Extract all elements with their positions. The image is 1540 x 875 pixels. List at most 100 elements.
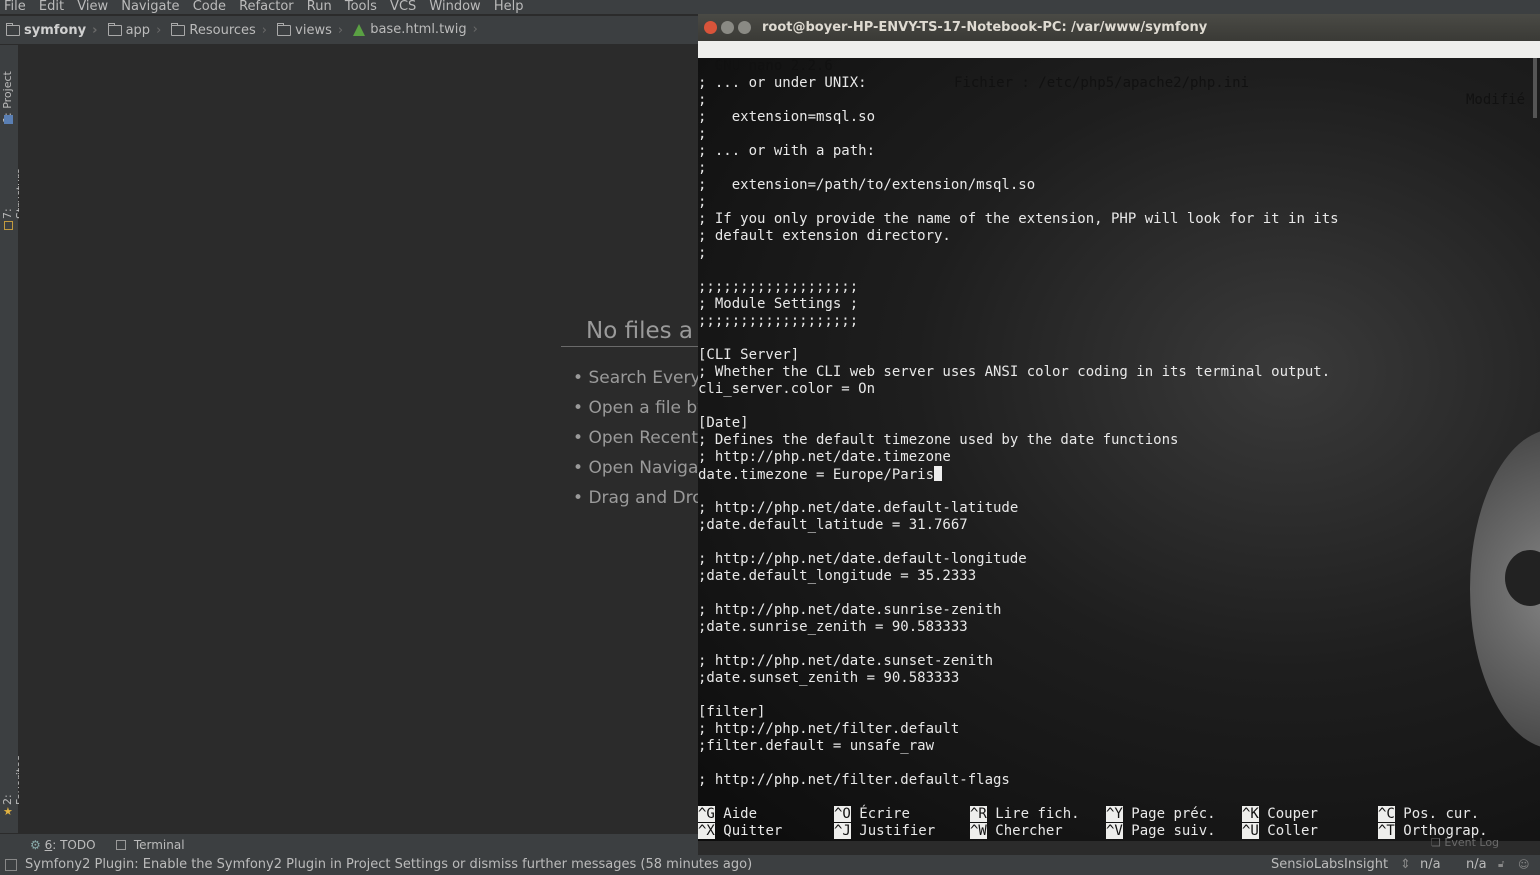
nano-text-line: [Date] xyxy=(698,415,749,431)
shortcut-label: Aide xyxy=(723,806,758,822)
nano-text-line: ;date.default_longitude = 35.2333 xyxy=(698,568,977,584)
shortcut-key: ^K xyxy=(1242,806,1259,822)
tab-favorites[interactable]: 2: Favorites xyxy=(1,745,27,805)
menu-help[interactable]: Help xyxy=(494,0,524,14)
breadcrumb-item-views[interactable]: views › xyxy=(277,17,343,45)
menu-file[interactable]: File xyxy=(4,0,26,14)
breadcrumb-separator: › xyxy=(472,22,478,37)
breadcrumb-separator: › xyxy=(261,22,267,38)
no-files-title: No files a xyxy=(586,318,694,344)
nano-version: GNU nano 2.2.6 xyxy=(698,58,833,74)
nano-text-line: ; xyxy=(698,92,707,108)
maximize-button[interactable] xyxy=(738,21,751,34)
nano-text-line: ; If you only provide the name of the ex… xyxy=(698,211,1339,227)
shortcut-coller: ^U Coller xyxy=(1242,823,1318,840)
nano-text-line: ; http://php.net/filter.default-flags xyxy=(698,772,1010,788)
nano-text-line: ; default extension directory. xyxy=(698,228,951,244)
minimize-button[interactable] xyxy=(721,21,734,34)
scrollbar[interactable] xyxy=(1533,58,1537,118)
shortcut-page-suiv: ^V Page suiv. xyxy=(1106,823,1216,840)
hint-text: Open Recent xyxy=(588,428,698,448)
structure-icon xyxy=(4,221,13,230)
breadcrumb-item-base-html-twig[interactable]: base.html.twig › xyxy=(353,16,478,44)
shortcut-key: ^J xyxy=(834,823,851,839)
shortcut-label: Couper xyxy=(1267,806,1318,822)
nano-text-line: ; http://php.net/date.timezone xyxy=(698,449,951,465)
tab-structure[interactable]: 7: Structure xyxy=(1,157,27,219)
shortcut-label: Chercher xyxy=(995,823,1063,839)
breadcrumb: symfony › app › Resources › views › base… xyxy=(0,16,698,45)
menu-window[interactable]: Window xyxy=(429,0,480,14)
inspector-icon[interactable]: ☺ xyxy=(1518,855,1529,875)
nano-text-line: ; http://php.net/filter.default xyxy=(698,721,960,737)
close-button[interactable] xyxy=(704,21,717,34)
menu-navigate[interactable]: Navigate xyxy=(121,0,179,14)
todo-icon: ⚙ xyxy=(30,838,41,852)
nano-text-line: cli_server.color = On xyxy=(698,381,876,397)
encoding-readout: n/a xyxy=(1466,857,1487,872)
nano-text-line: ; extension=msql.so xyxy=(698,109,876,125)
tab-project[interactable]: 1: Project xyxy=(1,63,17,123)
hint-text: Drag and Dro xyxy=(588,488,703,508)
nano-text-line: [filter] xyxy=(698,704,766,720)
shortcut-label: Coller xyxy=(1267,823,1318,839)
sensiolabs-insight[interactable]: SensioLabsInsight xyxy=(1271,855,1388,875)
menu-view[interactable]: View xyxy=(77,0,108,14)
breadcrumb-label: base.html.twig xyxy=(370,22,467,37)
shortcut-key: ^Y xyxy=(1106,806,1123,822)
folder-icon xyxy=(277,23,292,36)
breadcrumb-item-resources[interactable]: Resources › xyxy=(171,17,267,45)
shortcut-key: ^U xyxy=(1242,823,1259,839)
tab-todo[interactable]: ⚙ 6: TODO xyxy=(30,834,96,856)
event-log[interactable]: ❏ Event Log xyxy=(1431,836,1499,849)
nano-text-line: [CLI Server] xyxy=(698,347,800,363)
nano-text-line: date.timezone = Europe/Paris xyxy=(698,466,943,484)
shortcut-lire-fich: ^R Lire fich. xyxy=(970,806,1080,823)
shortcut-key: ^G xyxy=(698,806,715,822)
shortcut-couper: ^K Couper xyxy=(1242,806,1318,823)
menu-edit[interactable]: Edit xyxy=(39,0,64,14)
hint-item: • Open Navigat xyxy=(573,458,706,478)
position-readout: n/a xyxy=(1420,857,1441,872)
event-log-label: Event Log xyxy=(1444,836,1500,849)
breadcrumb-separator: › xyxy=(92,22,98,38)
breadcrumb-label: Resources xyxy=(189,22,256,38)
text-cursor xyxy=(934,466,943,481)
terminal-window: root@boyer-HP-ENVY-TS-17-Notebook-PC: /v… xyxy=(698,14,1540,841)
menu-tools[interactable]: Tools xyxy=(345,0,377,14)
todo-label: : TODO xyxy=(52,838,96,852)
nano-text-line: ; xyxy=(698,245,707,261)
nano-text-line: ;;;;;;;;;;;;;;;;;;; xyxy=(698,279,859,295)
menu-vcs[interactable]: VCS xyxy=(390,0,416,14)
shortcut-key: ^T xyxy=(1378,823,1395,839)
breadcrumb-item-symfony[interactable]: symfony › xyxy=(6,17,97,45)
star-icon: ★ xyxy=(3,805,13,818)
lock-icon[interactable]: 🔓︎ xyxy=(1498,855,1504,875)
status-toggle-icon[interactable] xyxy=(5,859,17,871)
breadcrumb-label: views xyxy=(295,22,332,38)
breadcrumb-label: app xyxy=(125,22,151,38)
menu-refactor[interactable]: Refactor xyxy=(239,0,294,14)
status-message[interactable]: Symfony2 Plugin: Enable the Symfony2 Plu… xyxy=(25,855,752,875)
hint-item: • Open Recent xyxy=(573,428,698,448)
menu-run[interactable]: Run xyxy=(307,0,332,14)
folder-icon xyxy=(107,23,122,36)
nano-text-line: ; http://php.net/date.default-latitude xyxy=(698,500,1019,516)
bottom-tool-bar: ⚙ 6: TODO Terminal xyxy=(0,833,698,856)
event-log-icon: ❏ xyxy=(1431,836,1441,849)
nano-text-line: ; extension=/path/to/extension/msql.so xyxy=(698,177,1036,193)
terminal-titlebar[interactable]: root@boyer-HP-ENVY-TS-17-Notebook-PC: /v… xyxy=(698,14,1540,41)
shortcut-quitter: ^X Quitter xyxy=(698,823,782,840)
shortcut-justifier: ^J Justifier xyxy=(834,823,935,840)
folder-icon xyxy=(171,23,186,36)
nano-text-line: ; http://php.net/date.sunrise-zenith xyxy=(698,602,1002,618)
menu-code[interactable]: Code xyxy=(193,0,226,14)
tab-terminal[interactable]: Terminal xyxy=(116,834,185,856)
shortcut-pos-cur: ^C Pos. cur. xyxy=(1378,806,1479,823)
shortcut-key: ^W xyxy=(970,823,987,839)
shortcut-chercher: ^W Chercher xyxy=(970,823,1063,840)
breadcrumb-item-app[interactable]: app › xyxy=(107,17,161,45)
ide-menu-bar: File Edit View Navigate Code Refactor Ru… xyxy=(0,0,1540,14)
shortcut-label: Lire fich. xyxy=(995,806,1080,822)
nano-text-line: ; Defines the default timezone used by t… xyxy=(698,432,1179,448)
